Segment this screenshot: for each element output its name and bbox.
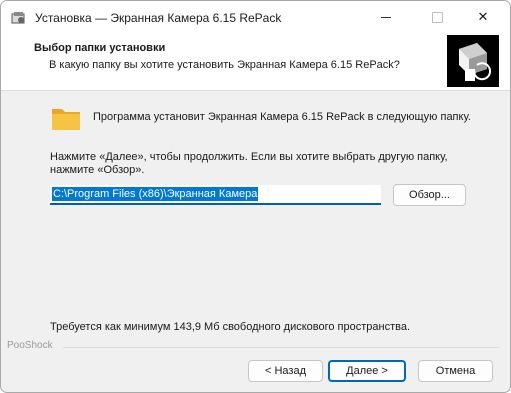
minimize-button[interactable]	[363, 1, 409, 33]
app-icon	[11, 12, 25, 24]
minimize-icon	[381, 16, 391, 18]
page-subtitle: В какую папку вы хотите установить Экран…	[49, 59, 400, 71]
maximize-icon	[431, 11, 443, 23]
installer-window: Установка — Экранная Камера 6.15 RePack …	[0, 0, 511, 393]
title-bar[interactable]: Установка — Экранная Камера 6.15 RePack …	[1, 1, 510, 33]
disk-space-requirement: Требуется как минимум 143,9 Мб свободног…	[50, 321, 411, 333]
footer-divider	[63, 347, 500, 348]
close-icon: ✕	[477, 9, 489, 24]
next-button[interactable]: Далее >	[328, 360, 406, 382]
instructions-text: Нажмите «Далее», чтобы продолжить. Если …	[50, 151, 448, 176]
close-button[interactable]: ✕	[460, 1, 506, 33]
install-location-text: Программа установит Экранная Камера 6.15…	[93, 111, 471, 123]
cancel-button[interactable]: Отмена	[418, 360, 493, 382]
folder-icon	[52, 109, 80, 130]
back-button[interactable]: < Назад	[248, 360, 323, 382]
browse-button[interactable]: Обзор...	[393, 184, 466, 206]
installer-logo-icon	[447, 35, 499, 87]
wizard-header: Выбор папки установки В какую папку вы х…	[1, 33, 510, 91]
brand-label: PooShock	[7, 340, 53, 351]
install-path-input[interactable]	[50, 185, 381, 205]
window-title: Установка — Экранная Камера 6.15 RePack	[35, 11, 282, 25]
maximize-button[interactable]	[414, 1, 460, 33]
page-title: Выбор папки установки	[34, 42, 166, 54]
